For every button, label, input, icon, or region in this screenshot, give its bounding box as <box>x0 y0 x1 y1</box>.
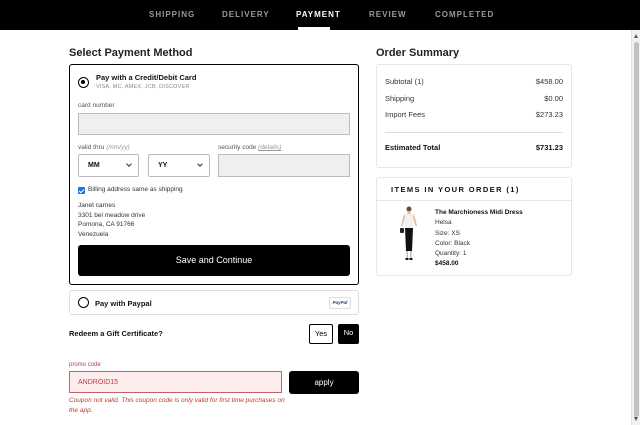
subtotal-label: Subtotal (1) <box>385 77 424 86</box>
payment-section-title: Select Payment Method <box>69 47 193 59</box>
paypal-radio[interactable] <box>78 297 89 308</box>
scroll-down-arrow-icon[interactable] <box>634 417 638 421</box>
summary-row-subtotal: Subtotal (1) $458.00 <box>385 77 563 86</box>
summary-row-import-fees: Import Fees $273.23 <box>385 110 563 119</box>
items-title: ITEMS IN YOUR ORDER (1) <box>391 185 520 194</box>
product-price: $458.00 <box>435 260 459 267</box>
card-option-label: Pay with a Credit/Debit Card <box>96 73 197 82</box>
step-completed[interactable]: COMPLETED <box>435 10 494 19</box>
product-brand: Helsa <box>435 219 452 226</box>
address-city: Pomona, CA 91766 <box>78 221 135 228</box>
items-divider <box>377 200 571 201</box>
page-scrollbar[interactable] <box>631 30 640 425</box>
subtotal-value: $458.00 <box>535 77 563 86</box>
valid-thru-label: valid thru (mm/yy) <box>78 144 130 151</box>
checkout-steps-nav: SHIPPING DELIVERY PAYMENT REVIEW COMPLET… <box>0 0 640 30</box>
expiry-month-select[interactable]: MM <box>78 154 139 177</box>
import-fees-label: Import Fees <box>385 110 426 119</box>
active-step-indicator <box>298 27 330 30</box>
summary-divider <box>385 132 563 133</box>
card-payment-option[interactable]: Pay with a Credit/Debit Card VISA, MC, A… <box>69 64 359 285</box>
apply-promo-button[interactable]: apply <box>289 371 359 394</box>
promo-code-input[interactable]: ANDROID15 <box>69 371 282 393</box>
product-name[interactable]: The Marchioness Midi Dress <box>435 209 523 216</box>
summary-row-total: Estimated Total $731.23 <box>385 143 563 152</box>
billing-same-label: Billing address same as shipping <box>88 186 183 193</box>
security-details-link[interactable]: (details) <box>258 144 281 151</box>
scroll-up-arrow-icon[interactable] <box>634 34 638 38</box>
total-label: Estimated Total <box>385 143 441 152</box>
security-code-text: security code <box>218 144 257 151</box>
promo-error-message: Coupon not valid. This coupon code is on… <box>69 397 285 414</box>
billing-same-checkbox[interactable] <box>78 187 85 194</box>
expiry-month-value: MM <box>88 162 100 169</box>
product-quantity: Quantity: 1 <box>435 250 467 257</box>
billing-address: Janet carnes 3301 bel meadow drive Pomon… <box>78 201 145 239</box>
security-code-input[interactable] <box>218 154 350 177</box>
order-summary-title: Order Summary <box>376 47 460 59</box>
chevron-down-icon <box>197 161 203 167</box>
accepted-cards-text: VISA, MC, AMEX, JCB, DISCOVER <box>96 84 190 90</box>
shipping-label: Shipping <box>385 94 415 103</box>
gift-certificate-question: Redeem a Gift Certificate? <box>69 329 163 338</box>
step-review[interactable]: REVIEW <box>369 10 407 19</box>
product-color: Color: Black <box>435 240 471 247</box>
expiry-year-value: YY <box>158 162 168 169</box>
card-radio[interactable] <box>78 77 89 88</box>
order-items-panel: ITEMS IN YOUR ORDER (1) The Marchioness … <box>376 177 572 276</box>
product-size: Size: XS <box>435 230 460 237</box>
order-summary-panel: Subtotal (1) $458.00 Shipping $0.00 Impo… <box>376 64 572 168</box>
gift-no-button[interactable]: No <box>338 324 359 344</box>
scrollbar-thumb[interactable] <box>634 42 639 417</box>
step-delivery[interactable]: DELIVERY <box>222 10 270 19</box>
shipping-value: $0.00 <box>544 94 563 103</box>
paypal-option-label: Pay with Paypal <box>95 299 152 308</box>
chevron-down-icon <box>126 161 132 167</box>
address-street: 3301 bel meadow drive <box>78 211 146 219</box>
card-number-input[interactable] <box>78 113 350 135</box>
address-country: Venezuela <box>78 230 109 238</box>
security-code-label: security code (details) <box>218 144 281 151</box>
valid-thru-hint: (mm/yy) <box>106 144 130 151</box>
product-thumbnail-image[interactable] <box>396 204 422 262</box>
paypal-payment-option[interactable]: Pay with Paypal PayPal <box>69 290 359 315</box>
gift-yes-button[interactable]: Yes <box>309 324 333 344</box>
import-fees-value: $273.23 <box>535 110 563 119</box>
address-name: Janet carnes <box>78 202 116 209</box>
step-payment[interactable]: PAYMENT <box>296 10 341 19</box>
summary-row-shipping: Shipping $0.00 <box>385 94 563 103</box>
promo-code-label: promo code <box>69 362 101 368</box>
save-and-continue-button[interactable]: Save and Continue <box>78 245 350 276</box>
paypal-logo-icon: PayPal <box>329 297 351 309</box>
card-number-label: card number <box>78 102 115 109</box>
step-shipping[interactable]: SHIPPING <box>149 10 195 19</box>
valid-thru-text: valid thru <box>78 144 105 151</box>
expiry-year-select[interactable]: YY <box>148 154 210 177</box>
total-value: $731.23 <box>535 143 563 152</box>
